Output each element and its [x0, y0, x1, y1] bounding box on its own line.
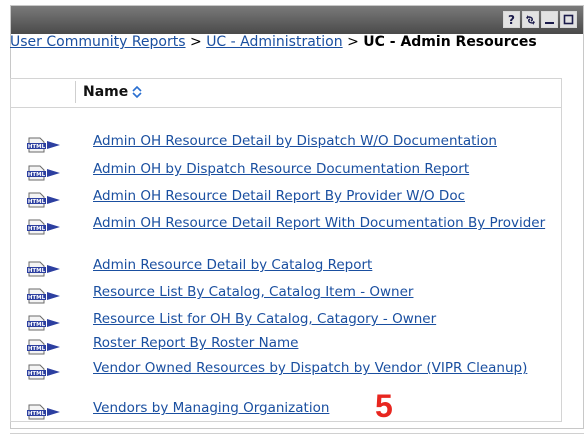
sort-icon[interactable]	[131, 85, 143, 99]
window-controls: ?	[503, 11, 577, 28]
breadcrumb-current: UC - Admin Resources	[363, 34, 537, 50]
html-report-icon[interactable]: HTML	[27, 339, 61, 355]
svg-text:HTML: HTML	[28, 172, 46, 178]
report-link[interactable]: Admin OH by Dispatch Resource Documentat…	[93, 161, 563, 177]
report-link[interactable]: Admin Resource Detail by Catalog Report	[93, 257, 563, 273]
html-report-icon[interactable]: HTML	[27, 288, 61, 304]
annotation-number: 5	[375, 388, 393, 424]
refresh-icon	[526, 14, 535, 25]
html-report-icon[interactable]: HTML	[27, 364, 61, 380]
refresh-button[interactable]	[522, 11, 539, 28]
report-link[interactable]: Admin OH Resource Detail Report By Provi…	[93, 188, 563, 204]
svg-text:HTML: HTML	[28, 226, 46, 232]
report-link[interactable]: Resource List for OH By Catalog, Catagor…	[93, 311, 563, 327]
svg-text:HTML: HTML	[28, 346, 46, 352]
name-column-header[interactable]: Name	[83, 84, 143, 100]
breadcrumb: User Community Reports > UC - Administra…	[10, 34, 540, 51]
breadcrumb-link-uc-administration[interactable]: UC - Administration	[206, 34, 342, 50]
report-link[interactable]: Admin OH Resource Detail Report With Doc…	[93, 215, 563, 231]
report-link[interactable]: Resource List By Catalog, Catalog Item -…	[93, 284, 563, 300]
report-link[interactable]: Vendors by Managing Organization	[93, 400, 563, 416]
svg-text:HTML: HTML	[28, 411, 46, 417]
svg-text:HTML: HTML	[28, 268, 46, 274]
table-header: Name	[11, 79, 561, 108]
report-link[interactable]: Admin OH Resource Detail by Dispatch W/O…	[93, 133, 563, 149]
bottom-divider	[10, 433, 584, 434]
breadcrumb-separator: >	[347, 34, 359, 50]
report-link[interactable]: Roster Report By Roster Name	[93, 335, 563, 351]
svg-text:HTML: HTML	[28, 199, 46, 205]
name-column-label: Name	[83, 84, 129, 100]
html-report-icon[interactable]: HTML	[27, 192, 61, 208]
reports-table: Name HTML Admin OH Resource Detail by Di…	[10, 78, 562, 422]
column-divider	[75, 81, 76, 103]
html-report-icon[interactable]: HTML	[27, 137, 61, 153]
html-report-icon[interactable]: HTML	[27, 315, 61, 331]
svg-text:HTML: HTML	[28, 322, 46, 328]
breadcrumb-link-user-community-reports[interactable]: User Community Reports	[10, 34, 186, 50]
maximize-button[interactable]	[560, 11, 577, 28]
panel-titlebar: ?	[11, 6, 583, 34]
help-button[interactable]: ?	[503, 11, 520, 28]
svg-text:HTML: HTML	[28, 371, 46, 377]
svg-text:HTML: HTML	[28, 144, 46, 150]
minimize-button[interactable]	[541, 11, 558, 28]
html-report-icon[interactable]: HTML	[27, 165, 61, 181]
report-link[interactable]: Vendor Owned Resources by Dispatch by Ve…	[93, 360, 563, 376]
html-report-icon[interactable]: HTML	[27, 261, 61, 277]
html-report-icon[interactable]: HTML	[27, 219, 61, 235]
html-report-icon[interactable]: HTML	[27, 404, 61, 420]
maximize-icon	[563, 14, 574, 25]
svg-text:HTML: HTML	[28, 295, 46, 301]
minimize-icon	[545, 22, 554, 24]
help-icon: ?	[508, 12, 515, 27]
breadcrumb-separator: >	[190, 34, 202, 50]
